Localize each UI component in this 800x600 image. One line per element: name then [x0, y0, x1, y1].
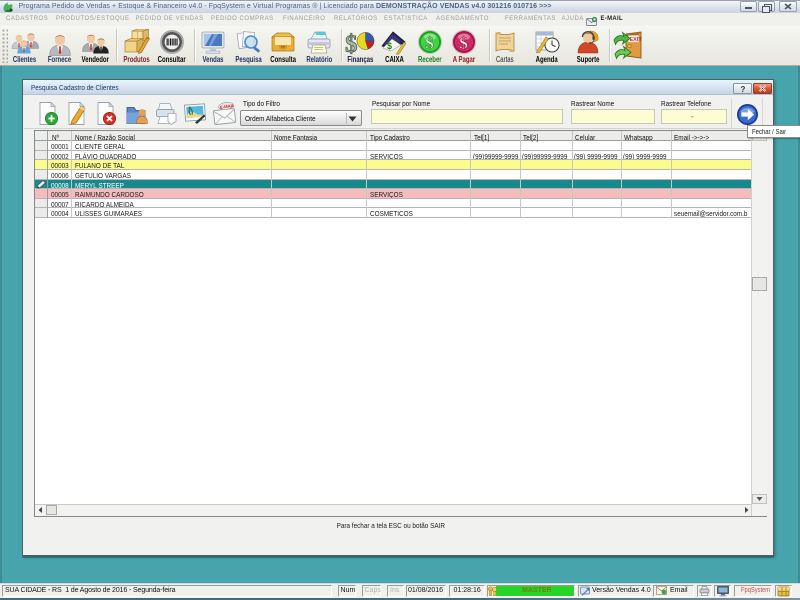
svg-text:$: $	[425, 34, 434, 53]
svg-text:$: $	[459, 34, 468, 53]
svg-text:EXIT: EXIT	[630, 37, 643, 43]
svg-text:$: $	[387, 41, 392, 51]
svg-text:$: $	[345, 31, 358, 56]
